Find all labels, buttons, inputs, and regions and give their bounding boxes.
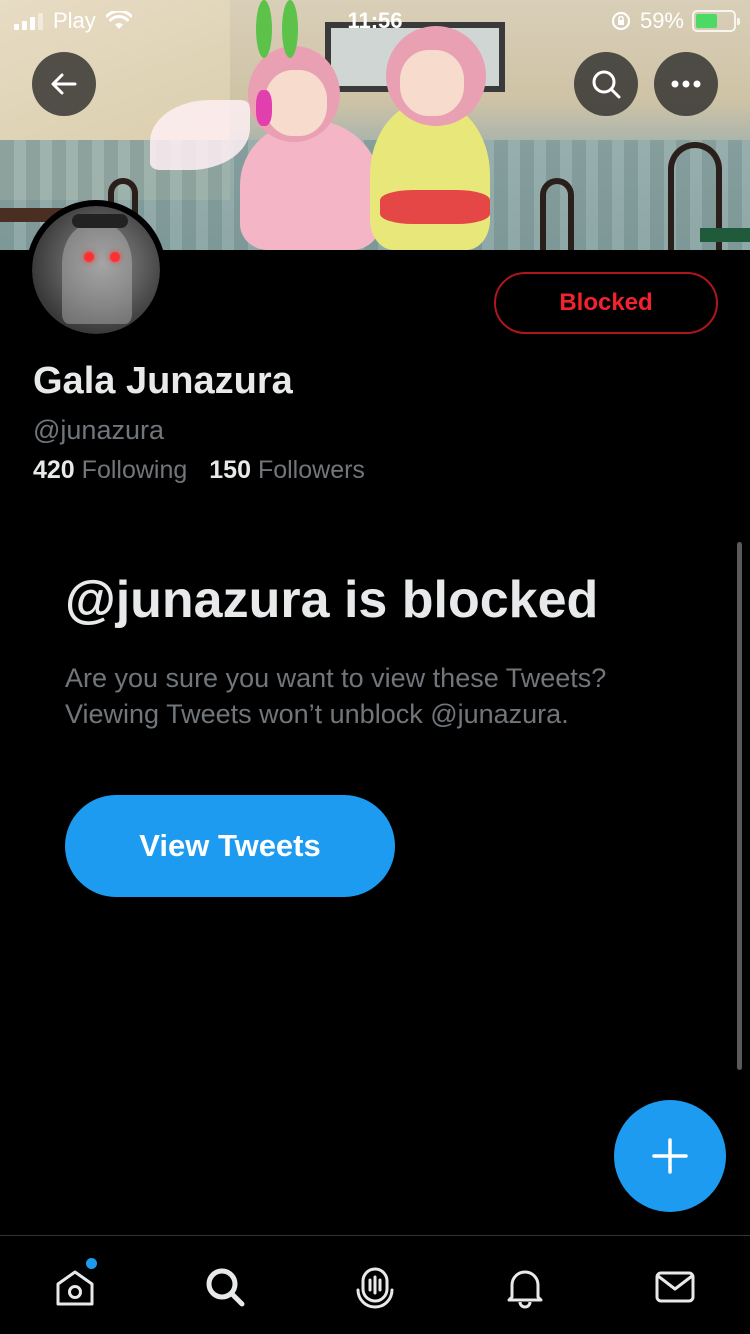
blocked-description: Are you sure you want to view these Twee… [65,663,607,729]
home-notification-dot [86,1258,97,1269]
tab-bar [0,1235,750,1334]
plus-icon [652,1138,688,1174]
orientation-lock-icon [611,11,631,31]
followers-count: 150 [209,456,251,484]
mail-icon [655,1271,695,1303]
scrollbar[interactable] [737,542,742,1070]
profile-handle: @junazura [33,415,164,445]
avatar[interactable] [26,200,166,340]
bell-icon [507,1270,543,1309]
status-bar: Play 11:56 59% [0,0,750,44]
spaces-icon [356,1267,394,1309]
profile-stats: 420 Following 150 Followers [33,456,365,485]
profile-name: Gala Junazura [33,360,293,402]
avatar-image [32,206,160,334]
tab-spaces[interactable] [350,1262,400,1312]
banner-character-headphones [256,90,272,126]
more-button[interactable] [654,52,718,116]
following-label: Following [81,456,188,484]
banner-character-sweater [380,190,490,224]
search-button[interactable] [574,52,638,116]
back-button[interactable] [32,52,96,116]
arrow-left-icon [51,73,77,95]
tab-home[interactable] [50,1258,100,1312]
home-icon [56,1270,94,1306]
followers-link[interactable]: 150 Followers [209,456,365,485]
tab-messages[interactable] [650,1262,700,1312]
following-count: 420 [33,456,75,484]
more-horizontal-icon [671,80,701,88]
status-bar-right: 59% [610,8,740,34]
followers-label: Followers [257,456,365,484]
blocked-button[interactable]: Blocked [494,272,718,334]
battery-charging-icon [692,10,740,32]
tab-notifications[interactable] [500,1262,550,1312]
following-link[interactable]: 420 Following [33,456,187,485]
banner-chair [540,178,574,250]
banner-table [700,228,750,242]
search-icon [206,1268,245,1307]
compose-tweet-button[interactable] [614,1100,726,1212]
banner-character-face [400,50,464,116]
view-tweets-button[interactable]: View Tweets [65,795,395,897]
banner-character-body [240,120,380,250]
blocked-title: @junazura is blocked [65,571,599,629]
tab-search[interactable] [200,1262,250,1312]
battery-percent: 59% [639,8,684,33]
search-icon [592,70,621,99]
banner-character-face [265,70,327,136]
